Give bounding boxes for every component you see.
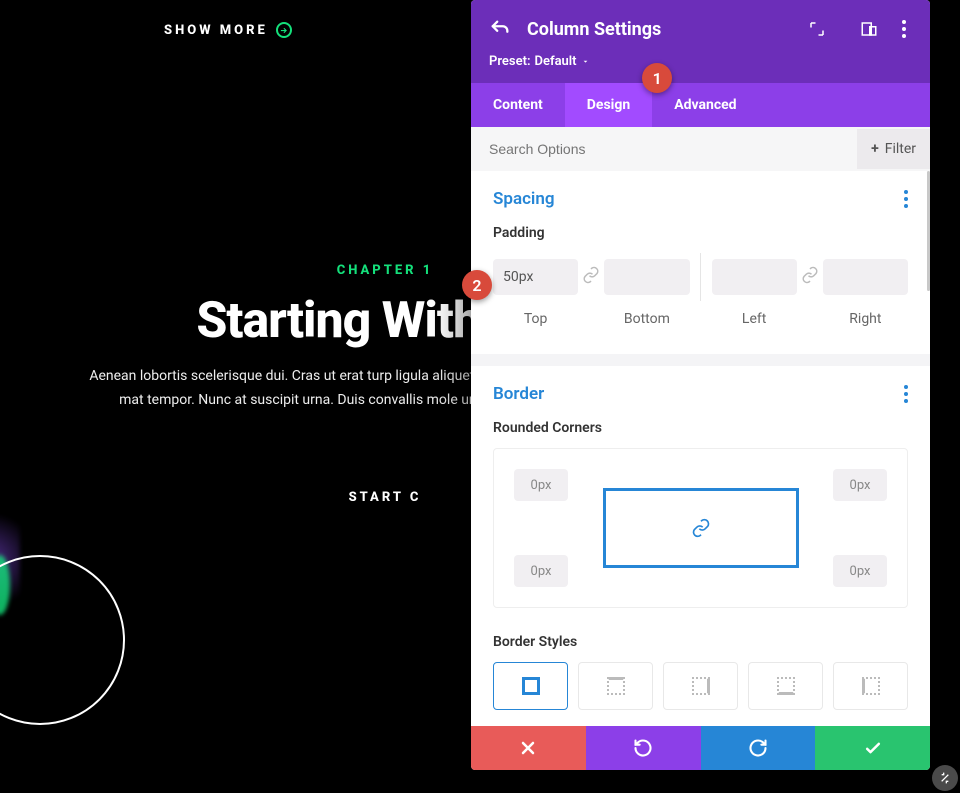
filter-label: Filter [885, 141, 916, 157]
label-right: Right [823, 311, 908, 327]
resize-handle[interactable] [932, 765, 958, 791]
expand-icon[interactable] [806, 20, 828, 38]
responsive-icon[interactable] [858, 20, 880, 38]
preset-value: Default [534, 54, 576, 69]
corner-bl-input[interactable]: 0px [514, 555, 568, 587]
rounded-corners-label: Rounded Corners [493, 420, 908, 436]
padding-label: Padding [493, 225, 908, 241]
border-style-left[interactable] [833, 662, 908, 710]
tab-design[interactable]: Design 1 [565, 83, 652, 127]
tab-content[interactable]: Content [471, 83, 565, 127]
padding-bottom-input[interactable] [604, 259, 689, 295]
panel-footer [471, 726, 930, 770]
section-border: Border Rounded Corners 0px 0px 0px [471, 354, 930, 726]
decorative-circle [0, 555, 125, 725]
corner-tr-input[interactable]: 0px [833, 469, 887, 501]
corner-br-input[interactable]: 0px [833, 555, 887, 587]
border-menu[interactable] [904, 385, 908, 403]
kebab-menu[interactable] [896, 20, 912, 38]
border-style-right[interactable] [663, 662, 738, 710]
scrollbar[interactable] [927, 171, 930, 291]
show-more-label: SHOW MORE [164, 23, 268, 38]
panel-tabs: Content Design 1 Advanced [471, 83, 930, 127]
border-styles-label: Border Styles [493, 634, 908, 650]
label-left: Left [712, 311, 797, 327]
padding-left-input[interactable] [712, 259, 797, 295]
callout-1: 1 [642, 63, 672, 93]
spacing-separator [700, 253, 701, 301]
save-button[interactable] [815, 726, 930, 770]
preset-prefix: Preset: [489, 54, 530, 69]
search-input[interactable] [471, 127, 857, 171]
label-top: Top [493, 311, 578, 327]
border-title[interactable]: Border [493, 384, 544, 404]
corner-link-toggle[interactable] [603, 488, 799, 568]
link-icon[interactable] [797, 266, 823, 288]
arrow-right-circle-icon [276, 22, 292, 38]
label-bottom: Bottom [604, 311, 689, 327]
filter-button[interactable]: + Filter [857, 129, 930, 169]
rounded-corners-control: 0px 0px 0px 0px [493, 448, 908, 608]
link-icon[interactable] [578, 266, 604, 288]
section-spacing: Spacing Padding 50px [471, 171, 930, 354]
settings-panel: Column Settings Preset: Default Conten [471, 0, 930, 770]
border-style-all[interactable] [493, 662, 568, 710]
cancel-button[interactable] [471, 726, 586, 770]
spacing-title[interactable]: Spacing [493, 189, 555, 209]
border-style-bottom[interactable] [748, 662, 823, 710]
panel-header: Column Settings Preset: Default [471, 0, 930, 83]
callout-2: 2 [462, 270, 492, 300]
tab-advanced[interactable]: Advanced [652, 83, 758, 127]
filter-row: + Filter [471, 127, 930, 171]
show-more-button[interactable]: SHOW MORE [164, 22, 292, 38]
border-styles-row [493, 662, 908, 710]
padding-right-input[interactable] [823, 259, 908, 295]
spacing-menu[interactable] [904, 190, 908, 208]
redo-button[interactable] [701, 726, 816, 770]
back-button[interactable] [489, 18, 511, 40]
preset-dropdown[interactable]: Preset: Default [489, 54, 912, 69]
padding-top-input[interactable]: 50px [493, 259, 578, 295]
panel-body: Spacing Padding 50px [471, 171, 930, 726]
panel-title: Column Settings [527, 19, 790, 40]
undo-button[interactable] [586, 726, 701, 770]
corner-tl-input[interactable]: 0px [514, 469, 568, 501]
plus-icon: + [871, 141, 879, 157]
border-style-top[interactable] [578, 662, 653, 710]
